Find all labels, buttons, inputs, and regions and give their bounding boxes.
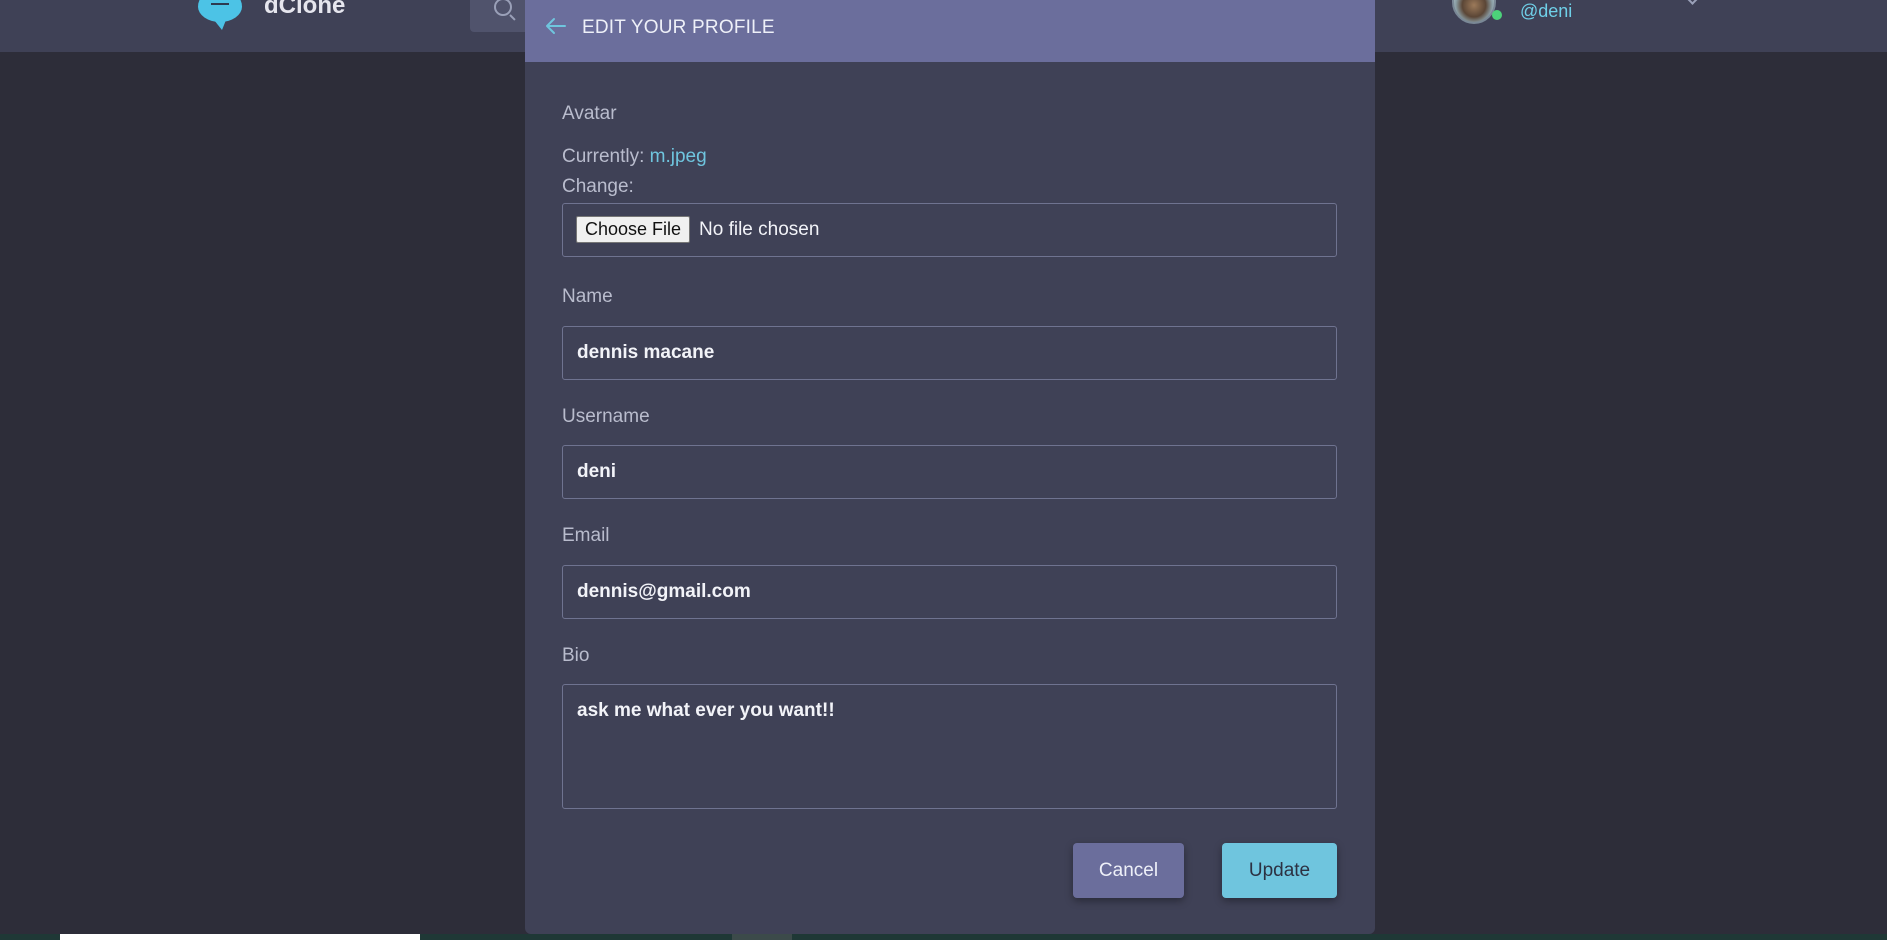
name-label: Name xyxy=(562,286,613,307)
edit-profile-modal: EDIT YOUR PROFILE Avatar Currently: m.jp… xyxy=(525,0,1375,934)
file-status-text: No file chosen xyxy=(699,219,820,240)
modal-title: EDIT YOUR PROFILE xyxy=(582,17,775,38)
email-value: dennis@gmail.com xyxy=(577,581,751,602)
header-username[interactable]: @deni xyxy=(1520,0,1572,22)
change-label: Change: xyxy=(562,176,634,197)
bio-label: Bio xyxy=(562,645,590,666)
cancel-button[interactable]: Cancel xyxy=(1073,843,1184,898)
chat-bubble-menu-icon[interactable] xyxy=(198,0,242,30)
app-logo-text[interactable]: dClone xyxy=(264,0,345,20)
email-label: Email xyxy=(562,525,610,546)
search-icon xyxy=(494,0,512,16)
username-field[interactable]: deni xyxy=(562,445,1337,499)
current-avatar-link[interactable]: m.jpeg xyxy=(650,146,707,167)
current-avatar-text: Currently: m.jpeg xyxy=(562,145,707,169)
username-value: deni xyxy=(577,461,617,482)
bio-textarea[interactable]: ask me what ever you want!! xyxy=(562,684,1337,809)
email-field[interactable]: dennis@gmail.com xyxy=(562,565,1337,619)
online-status-dot xyxy=(1492,10,1502,20)
currently-label: Currently: xyxy=(562,146,645,167)
update-button[interactable]: Update xyxy=(1222,843,1337,898)
bottom-bar-segment-dark xyxy=(732,934,792,940)
bio-value: ask me what ever you want!! xyxy=(577,700,835,721)
name-value: dennis macane xyxy=(577,342,715,363)
choose-file-button[interactable]: Choose File xyxy=(576,216,691,243)
chevron-down-icon[interactable] xyxy=(1686,0,1699,5)
arrow-left-icon[interactable] xyxy=(545,16,567,36)
avatar-label: Avatar xyxy=(562,103,617,124)
name-field[interactable]: dennis macane xyxy=(562,326,1337,380)
bottom-bar-segment xyxy=(60,934,420,940)
username-label: Username xyxy=(562,406,650,427)
modal-header: EDIT YOUR PROFILE xyxy=(525,0,1375,62)
avatar[interactable] xyxy=(1452,0,1496,24)
avatar-file-input[interactable]: Choose File No file chosen xyxy=(562,203,1337,257)
